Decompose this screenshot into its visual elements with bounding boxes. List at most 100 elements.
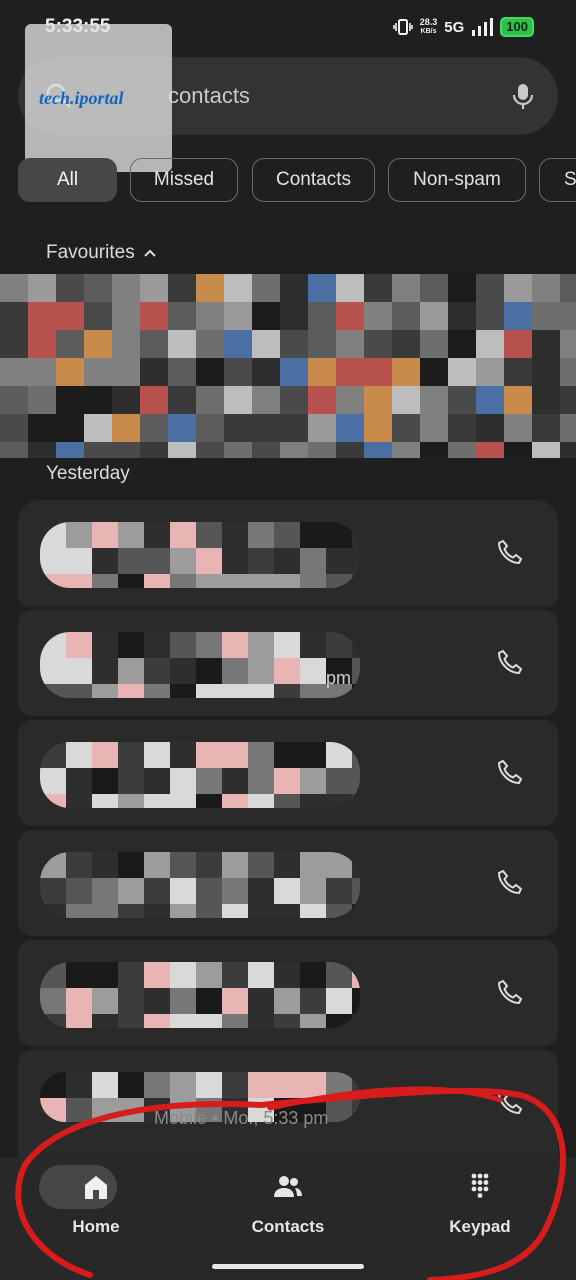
redaction-cell — [308, 442, 336, 458]
phone-icon[interactable] — [496, 1088, 524, 1116]
redaction-cell — [476, 330, 504, 358]
redaction-cell — [66, 1014, 92, 1028]
call-row[interactable] — [18, 830, 558, 936]
call-row[interactable] — [18, 720, 558, 826]
redaction-cell — [420, 358, 448, 386]
chip-non-spam[interactable]: Non-spam — [388, 158, 526, 202]
redaction-cell — [40, 878, 66, 904]
nav-home[interactable]: Home — [0, 1157, 192, 1280]
redaction-cell — [168, 386, 196, 414]
watermark-logo: tech.iportal — [25, 24, 172, 172]
redaction-cell — [170, 904, 196, 918]
chip-missed[interactable]: Missed — [130, 158, 238, 202]
redaction-cell — [326, 904, 352, 918]
redaction-cell — [170, 1072, 196, 1098]
redaction-cell — [92, 878, 118, 904]
redaction-cell — [144, 904, 170, 918]
redaction-cell — [92, 684, 118, 698]
redaction-cell — [364, 358, 392, 386]
redaction-cell — [56, 274, 84, 302]
redaction-cell — [92, 1072, 118, 1098]
redaction-cell — [66, 904, 92, 918]
redaction-cell — [248, 794, 274, 808]
redaction-cell — [28, 386, 56, 414]
redaction-cell — [92, 852, 118, 878]
redaction-cell — [140, 302, 168, 330]
home-icon — [85, 1176, 107, 1199]
redaction-cell — [66, 794, 92, 808]
redaction-cell — [352, 658, 360, 684]
redaction-cell — [92, 522, 118, 548]
chip-contacts[interactable]: Contacts — [252, 158, 375, 202]
redaction-cell — [352, 522, 360, 548]
nav-keypad[interactable]: Keypad — [384, 1157, 576, 1280]
redaction-cell — [300, 684, 326, 698]
redaction-cell — [392, 442, 420, 458]
redaction-cell — [168, 274, 196, 302]
redaction-cell — [144, 522, 170, 548]
call-row[interactable] — [18, 940, 558, 1046]
redaction-cell — [532, 442, 560, 458]
redaction-cell — [92, 658, 118, 684]
phone-icon[interactable] — [496, 868, 524, 896]
chip-spam[interactable]: Sp — [539, 158, 576, 202]
redaction-cell — [222, 742, 248, 768]
redaction-cell — [222, 1014, 248, 1028]
favourites-header[interactable]: Favourites — [46, 242, 157, 264]
redaction-cell — [0, 274, 28, 302]
redaction-cell — [420, 330, 448, 358]
redaction-cell — [168, 442, 196, 458]
redaction-cell — [274, 768, 300, 794]
redaction-cell — [308, 274, 336, 302]
redaction-cell — [66, 658, 92, 684]
redaction-cell — [420, 274, 448, 302]
redaction-cell — [118, 658, 144, 684]
redaction-cell — [280, 442, 308, 458]
redaction-cell — [118, 768, 144, 794]
search-input[interactable]: contacts — [168, 83, 250, 109]
redaction-cell — [274, 548, 300, 574]
redaction-cell — [504, 302, 532, 330]
phone-icon[interactable] — [496, 648, 524, 676]
mic-icon[interactable] — [508, 81, 538, 111]
redaction-cell — [326, 1014, 352, 1028]
redaction-cell — [248, 1072, 274, 1098]
redaction-cell — [274, 1072, 300, 1098]
redaction-cell — [170, 988, 196, 1014]
redaction-cell — [420, 414, 448, 442]
nav-contacts[interactable]: Contacts — [192, 1157, 384, 1280]
gesture-bar[interactable] — [212, 1264, 364, 1269]
redaction-cell — [66, 988, 92, 1014]
redaction-cell — [326, 962, 352, 988]
redaction-cell — [66, 522, 92, 548]
redaction-cell — [476, 302, 504, 330]
redaction-cell — [170, 548, 196, 574]
phone-icon[interactable] — [496, 758, 524, 786]
yesterday-header: Yesterday — [46, 463, 130, 484]
redaction-cell — [326, 1098, 352, 1122]
chip-all[interactable]: All — [18, 158, 117, 202]
redaction-cell — [118, 962, 144, 988]
redaction-cell — [274, 684, 300, 698]
redaction-cell — [352, 768, 360, 794]
redaction-cell — [56, 386, 84, 414]
redaction-cell — [222, 522, 248, 548]
redaction-cell — [84, 442, 112, 458]
redaction-cell — [274, 658, 300, 684]
call-row[interactable] — [18, 500, 558, 606]
redaction-cell — [112, 442, 140, 458]
redaction-cell — [84, 330, 112, 358]
filter-chips: All Missed Contacts Non-spam Sp — [18, 158, 576, 202]
redaction-cell — [476, 386, 504, 414]
call-row[interactable]: Mobile • Mo., 5:33 pm — [18, 1050, 558, 1157]
caller-redacted — [40, 852, 360, 918]
redaction-cell — [248, 988, 274, 1014]
redaction-cell — [224, 442, 252, 458]
phone-icon[interactable] — [496, 538, 524, 566]
call-row[interactable]: pm — [18, 610, 558, 716]
phone-icon[interactable] — [496, 978, 524, 1006]
redaction-cell — [448, 274, 476, 302]
redaction-cell — [28, 274, 56, 302]
redaction-cell — [274, 574, 300, 588]
redaction-cell — [248, 684, 274, 698]
